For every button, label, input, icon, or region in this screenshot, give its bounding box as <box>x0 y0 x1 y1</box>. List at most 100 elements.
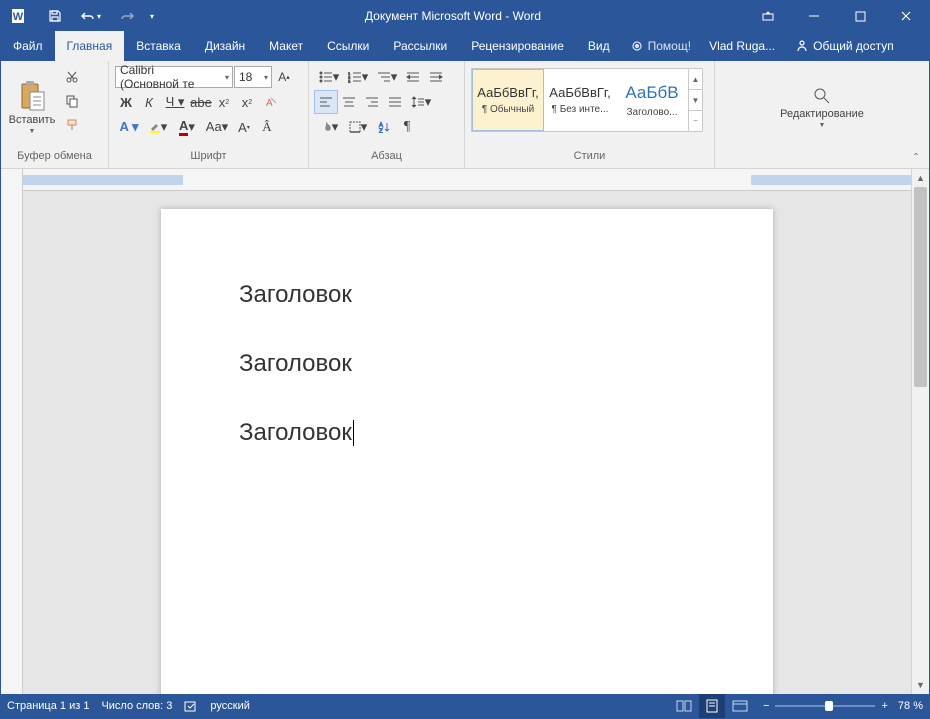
zoom-slider[interactable]: − + <box>763 700 888 712</box>
ribbon: Вставить ▼ Буфер обмена Calibri (Основно… <box>1 61 929 169</box>
align-justify-button[interactable] <box>384 91 406 113</box>
scroll-track[interactable] <box>912 187 929 676</box>
vertical-ruler <box>1 169 23 694</box>
align-left-button[interactable] <box>315 91 337 113</box>
user-account[interactable]: Vlad Ruga... <box>699 31 785 61</box>
editing-button[interactable]: Редактирование ▼ <box>772 64 872 150</box>
show-marks-button[interactable]: ¶ <box>396 116 418 138</box>
sort-button[interactable]: AZ <box>373 116 395 138</box>
tab-mailings[interactable]: Рассылки <box>381 31 459 61</box>
proofing-button[interactable] <box>184 699 198 713</box>
language-indicator[interactable]: русский <box>210 700 249 712</box>
ribbon-collapse-button[interactable]: ˆ <box>907 150 925 166</box>
styles-more[interactable]: ⎯ <box>689 111 702 131</box>
minimize-button[interactable] <box>791 1 837 31</box>
copy-button[interactable] <box>61 90 83 112</box>
styles-up[interactable]: ▲ <box>689 69 702 90</box>
zoom-track[interactable] <box>775 705 875 707</box>
font-group-label: Шрифт <box>113 150 304 168</box>
page-scroll[interactable]: Заголовок Заголовок Заголовок <box>23 191 911 694</box>
window-controls <box>745 1 929 31</box>
undo-button[interactable]: ▾ <box>71 1 111 31</box>
word-count[interactable]: Число слов: 3 <box>101 700 172 712</box>
web-layout-button[interactable] <box>727 694 753 718</box>
tell-me[interactable]: Помощ! <box>622 31 699 61</box>
paste-button[interactable]: Вставить ▼ <box>5 64 59 150</box>
font-color-button[interactable]: A▾ <box>173 116 201 138</box>
indent-right-button[interactable] <box>425 66 447 88</box>
change-case-button[interactable]: Aa▾ <box>202 116 232 138</box>
shading-button[interactable]: ▾ <box>315 116 343 138</box>
editing-label: Редактирование <box>780 108 864 120</box>
tab-review[interactable]: Рецензирование <box>459 31 576 61</box>
paste-label: Вставить <box>9 114 56 126</box>
close-button[interactable] <box>883 1 929 31</box>
read-mode-button[interactable] <box>671 694 697 718</box>
strikethrough-button[interactable]: abe <box>190 91 212 113</box>
borders-button[interactable]: ▾ <box>344 116 372 138</box>
maximize-button[interactable] <box>837 1 883 31</box>
svg-text:3: 3 <box>348 79 351 83</box>
paragraph-group-label: Абзац <box>313 150 460 168</box>
tab-view[interactable]: Вид <box>576 31 622 61</box>
doc-line-1: Заголовок <box>239 279 695 310</box>
line-spacing-button[interactable]: ▾ <box>407 91 435 113</box>
page-indicator[interactable]: Страница 1 из 1 <box>7 700 89 712</box>
tab-home[interactable]: Главная <box>55 31 125 61</box>
align-right-button[interactable] <box>361 91 383 113</box>
char-scale-button[interactable]: Â <box>256 116 278 138</box>
zoom-thumb[interactable] <box>825 701 833 711</box>
tab-insert[interactable]: Вставка <box>124 31 193 61</box>
group-clipboard: Вставить ▼ Буфер обмена <box>1 61 109 168</box>
tab-layout[interactable]: Макет <box>257 31 315 61</box>
styles-gallery: АаБбВвГг, ¶ Обычный АаБбВвГг, ¶ Без инте… <box>471 68 703 132</box>
scroll-up[interactable]: ▲ <box>912 169 929 187</box>
superscript-button[interactable]: x2 <box>236 91 258 113</box>
redo-button[interactable] <box>111 1 143 31</box>
style-heading1[interactable]: АаБбВ Заголово... <box>616 69 688 131</box>
cut-button[interactable] <box>61 66 83 88</box>
ribbon-tabs: Файл Главная Вставка Дизайн Макет Ссылки… <box>1 31 929 61</box>
font-size-combo[interactable]: 18 <box>234 66 272 88</box>
qat-customize[interactable]: ▾ <box>143 1 161 31</box>
text-effects-button[interactable]: A ▾ <box>115 116 143 138</box>
align-center-button[interactable] <box>338 91 360 113</box>
grow-font-button[interactable]: A▴ <box>273 66 295 88</box>
zoom-in[interactable]: + <box>881 700 887 712</box>
indent-left-button[interactable] <box>402 66 424 88</box>
app-window: W ▾ ▾ Документ Microsoft Word - Word Фай… <box>0 0 930 719</box>
multilevel-button[interactable]: ▾ <box>373 66 401 88</box>
bold-button[interactable]: Ж <box>115 91 137 113</box>
clear-format-button[interactable]: A <box>259 91 281 113</box>
tab-file[interactable]: Файл <box>1 31 55 61</box>
style-no-spacing[interactable]: АаБбВвГг, ¶ Без инте... <box>544 69 616 131</box>
search-icon <box>812 86 832 106</box>
quick-access-toolbar: W ▾ ▾ <box>1 1 161 31</box>
tab-references[interactable]: Ссылки <box>315 31 381 61</box>
style-normal[interactable]: АаБбВвГг, ¶ Обычный <box>472 69 544 131</box>
zoom-out[interactable]: − <box>763 700 769 712</box>
save-button[interactable] <box>39 1 71 31</box>
italic-button[interactable]: К <box>138 91 160 113</box>
clipboard-icon <box>18 80 46 112</box>
word-icon[interactable]: W <box>1 1 39 31</box>
subscript-button[interactable]: x2 <box>213 91 235 113</box>
format-painter-button[interactable] <box>61 114 83 136</box>
styles-down[interactable]: ▼ <box>689 90 702 111</box>
numbering-button[interactable]: 123▾ <box>344 66 372 88</box>
font-name-combo[interactable]: Calibri (Основной те <box>115 66 233 88</box>
scroll-down[interactable]: ▼ <box>912 676 929 694</box>
shrink-font-button[interactable]: A▾ <box>233 116 255 138</box>
group-paragraph: ▾ 123▾ ▾ ▾ ▾ ▾ AZ ¶ <box>309 61 465 168</box>
ribbon-options-button[interactable] <box>745 1 791 31</box>
highlight-button[interactable]: ▾ <box>144 116 172 138</box>
bullets-button[interactable]: ▾ <box>315 66 343 88</box>
zoom-value[interactable]: 78 % <box>898 700 923 712</box>
underline-button[interactable]: Ч ▾ <box>161 91 189 113</box>
share-button[interactable]: Общий доступ <box>785 31 904 61</box>
print-layout-button[interactable] <box>699 694 725 718</box>
tab-design[interactable]: Дизайн <box>193 31 257 61</box>
vertical-scrollbar[interactable]: ▲ ▼ <box>911 169 929 694</box>
scroll-thumb[interactable] <box>914 187 927 387</box>
document-page[interactable]: Заголовок Заголовок Заголовок <box>161 209 773 694</box>
